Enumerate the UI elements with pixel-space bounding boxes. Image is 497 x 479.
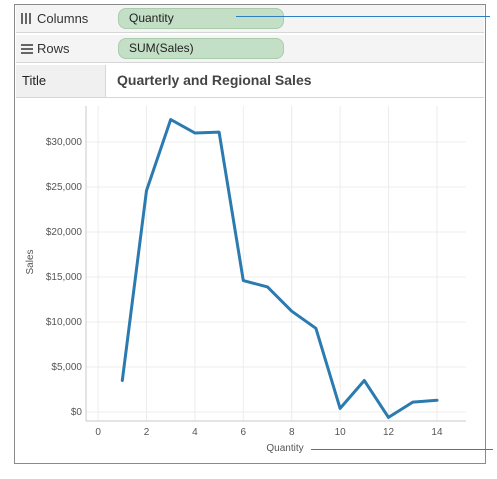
x-tick-label: 2 bbox=[144, 427, 150, 438]
x-tick-label: 12 bbox=[383, 427, 395, 438]
x-tick-label: 8 bbox=[289, 427, 295, 438]
data-point bbox=[217, 130, 221, 134]
axes bbox=[85, 106, 466, 422]
data-point bbox=[411, 400, 414, 404]
sales-line bbox=[120, 118, 439, 419]
x-axis-label: Quantity bbox=[266, 443, 303, 454]
data-point bbox=[242, 279, 245, 282]
x-tick-label: 10 bbox=[335, 427, 347, 438]
y-tick-label: $10,000 bbox=[46, 317, 83, 328]
data-point bbox=[169, 118, 172, 121]
grid bbox=[86, 106, 466, 421]
sales-series bbox=[120, 118, 439, 419]
y-tick-label: $0 bbox=[71, 407, 83, 418]
y-tick-label: $20,000 bbox=[46, 227, 83, 238]
line-chart: 0 2 4 6 8 10 12 14 $0 $5,000 $10,000 $15,000 $20,000… bbox=[25, 106, 466, 454]
data-point bbox=[387, 416, 390, 419]
data-point bbox=[266, 285, 269, 289]
data-point bbox=[290, 310, 293, 313]
y-tick-label: $5,000 bbox=[51, 362, 82, 373]
x-tick-label: 14 bbox=[431, 427, 443, 438]
x-tick-label: 6 bbox=[241, 427, 247, 438]
data-point bbox=[314, 327, 318, 330]
y-tick-label: $25,000 bbox=[46, 182, 83, 193]
tick-labels: 0 2 4 6 8 10 12 14 $0 $5,000 $10,000 $15,000 $20,000… bbox=[46, 137, 443, 438]
data-point bbox=[435, 399, 439, 402]
x-tick-label: 4 bbox=[192, 427, 198, 438]
data-point bbox=[338, 407, 342, 410]
x-tick-label: 0 bbox=[95, 427, 101, 438]
y-tick-label: $15,000 bbox=[46, 272, 83, 283]
data-point bbox=[121, 379, 124, 382]
data-point bbox=[193, 131, 197, 135]
y-axis-label: Sales bbox=[25, 249, 36, 274]
data-point bbox=[145, 189, 148, 192]
y-tick-label: $30,000 bbox=[46, 137, 83, 148]
data-point bbox=[363, 379, 366, 382]
